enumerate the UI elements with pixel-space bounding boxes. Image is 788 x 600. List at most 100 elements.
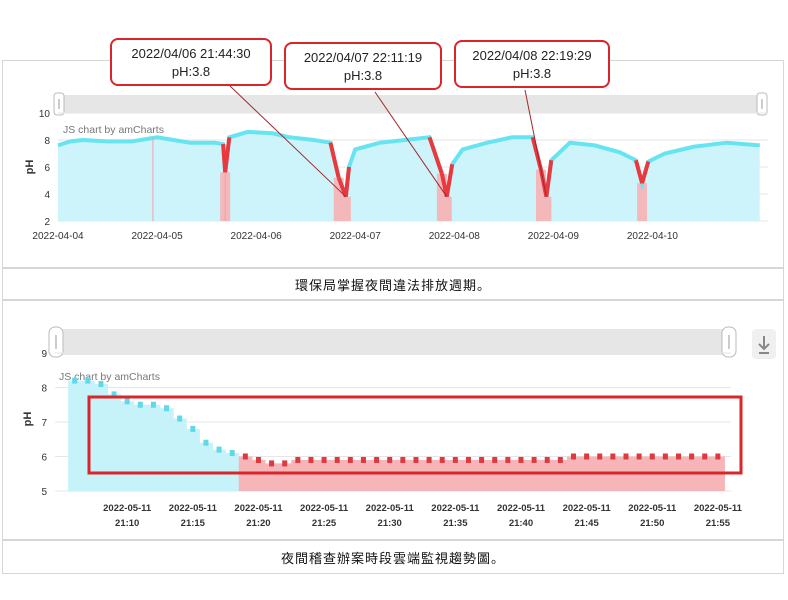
data-point-marker — [308, 456, 314, 463]
area-step-fill — [383, 459, 397, 491]
x-tick-date: 2022-05-11 — [431, 503, 480, 514]
area-step-fill — [251, 459, 266, 491]
top-chart-panel: 2 4 6 8 10 pH JS chart by amCharts 2022-04-04 20… — [2, 60, 784, 268]
data-point-marker — [518, 456, 524, 463]
callout-time: 2022/04/08 22:19:29 — [472, 48, 592, 63]
alert-area-fill — [441, 196, 452, 221]
area-step-fill — [304, 459, 319, 491]
area-step-fill — [448, 459, 463, 491]
area-step-fill — [186, 428, 200, 491]
x-tick-date: 2022-05-11 — [694, 503, 743, 514]
data-point-marker — [413, 456, 419, 463]
data-point-marker — [557, 456, 563, 463]
area-step-fill — [146, 404, 161, 491]
area-step-fill — [409, 459, 424, 491]
x-tick-date: 2022-05-11 — [628, 503, 677, 514]
data-point-marker — [439, 456, 445, 463]
y-tick-label: 8 — [44, 136, 50, 147]
data-point-marker — [584, 453, 590, 460]
data-point-marker — [675, 453, 681, 460]
top-ph-chart: 2 4 6 8 10 pH JS chart by amCharts 2022-04-04 20… — [24, 92, 768, 242]
top-caption: 環保局掌握夜間違法排放週期。 — [294, 278, 491, 294]
x-tick-label: 2022-04-07 — [330, 231, 382, 242]
bottom-chart-panel: 5 6 7 8 9 pH JS chart by amCharts 2022-05-11 21:… — [2, 300, 784, 540]
area-step-fill — [291, 459, 305, 491]
area-step-fill — [107, 394, 122, 491]
data-point-marker — [374, 456, 380, 463]
data-point-marker — [190, 425, 196, 432]
x-tick-label: 2022-04-05 — [131, 231, 183, 242]
data-point-marker — [269, 460, 275, 467]
callout-value: pH:3.8 — [171, 64, 211, 79]
data-point-marker — [662, 453, 668, 460]
callout-time: 2022/04/06 21:44:30 — [131, 46, 251, 61]
x-tick-date: 2022-05-11 — [103, 503, 152, 514]
data-point-marker — [636, 453, 642, 460]
y-tick-label: 5 — [41, 487, 47, 498]
x-tick-time: 21:35 — [443, 518, 468, 529]
data-point-marker — [570, 453, 576, 460]
x-tick-label: 2022-04-08 — [429, 231, 481, 242]
data-point-marker — [597, 453, 603, 460]
top-scrollbar-track — [59, 95, 765, 113]
area-step-fill — [330, 459, 345, 491]
alert-area-fill — [541, 196, 552, 221]
area-step-fill — [488, 459, 502, 491]
y-tick-label: 2 — [44, 217, 50, 228]
x-tick-time: 21:45 — [574, 518, 599, 529]
y-tick-label: 9 — [41, 349, 47, 360]
x-tick-date: 2022-05-11 — [497, 503, 546, 514]
data-point-marker — [72, 377, 78, 384]
x-tick-date: 2022-05-11 — [563, 503, 612, 514]
y-tick-label: 8 — [41, 384, 47, 395]
area-step-fill — [553, 459, 568, 491]
y-tick-label: 6 — [41, 453, 47, 464]
data-point-marker — [124, 398, 130, 405]
data-point-marker — [321, 456, 327, 463]
x-tick-time: 21:10 — [115, 518, 139, 529]
area-step-fill — [356, 459, 371, 491]
y-axis-label: pH — [22, 412, 34, 427]
x-tick-label: 2022-04-10 — [627, 231, 679, 242]
data-point-marker — [689, 453, 695, 460]
bottom-caption-box: 夜間稽查辦案時段雲端監視趨勢圖。 — [2, 540, 784, 574]
area-step-fill — [461, 459, 476, 491]
data-point-marker — [387, 456, 393, 463]
x-tick-time: 21:50 — [640, 518, 664, 529]
data-point-marker — [334, 456, 340, 463]
data-point-marker — [229, 450, 235, 457]
area-step-fill — [173, 418, 187, 491]
area-step-fill — [265, 463, 279, 491]
x-tick-time: 21:25 — [312, 518, 337, 529]
alert-area-fill — [340, 196, 351, 221]
x-tick-time: 21:55 — [706, 518, 731, 529]
y-axis-label: pH — [24, 160, 36, 175]
data-point-marker — [649, 453, 655, 460]
data-point-marker — [203, 439, 209, 446]
data-point-marker — [465, 456, 471, 463]
callout-annotation-2: 2022/04/07 22:11:19 pH:3.8 — [284, 42, 442, 90]
data-point-marker — [492, 456, 498, 463]
callout-value: pH:3.8 — [343, 68, 383, 83]
x-tick-time: 21:40 — [509, 518, 533, 529]
y-tick-label: 4 — [44, 190, 50, 201]
bottom-caption: 夜間稽查辦案時段雲端監視趨勢圖。 — [280, 551, 505, 567]
area-step-fill — [160, 408, 174, 491]
area-step-fill — [94, 384, 109, 491]
area-step-fill — [501, 459, 515, 491]
data-point-marker — [531, 456, 537, 463]
area-step-fill — [120, 401, 135, 491]
data-point-marker — [715, 453, 721, 460]
data-point-marker — [360, 456, 366, 463]
data-point-marker — [400, 456, 406, 463]
bottom-scrollbar-track — [57, 329, 733, 355]
area-step-fill — [199, 442, 214, 491]
data-point-marker — [505, 456, 511, 463]
data-point-marker — [85, 377, 91, 384]
data-point-marker — [164, 405, 170, 412]
data-point-marker — [347, 456, 353, 463]
x-tick-label: 2022-04-09 — [528, 231, 580, 242]
callout-annotation-1: 2022/04/06 21:44:30 pH:3.8 — [110, 38, 272, 86]
watermark: JS chart by amCharts — [63, 124, 164, 136]
callout-annotation-3: 2022/04/08 22:19:29 pH:3.8 — [454, 40, 610, 88]
